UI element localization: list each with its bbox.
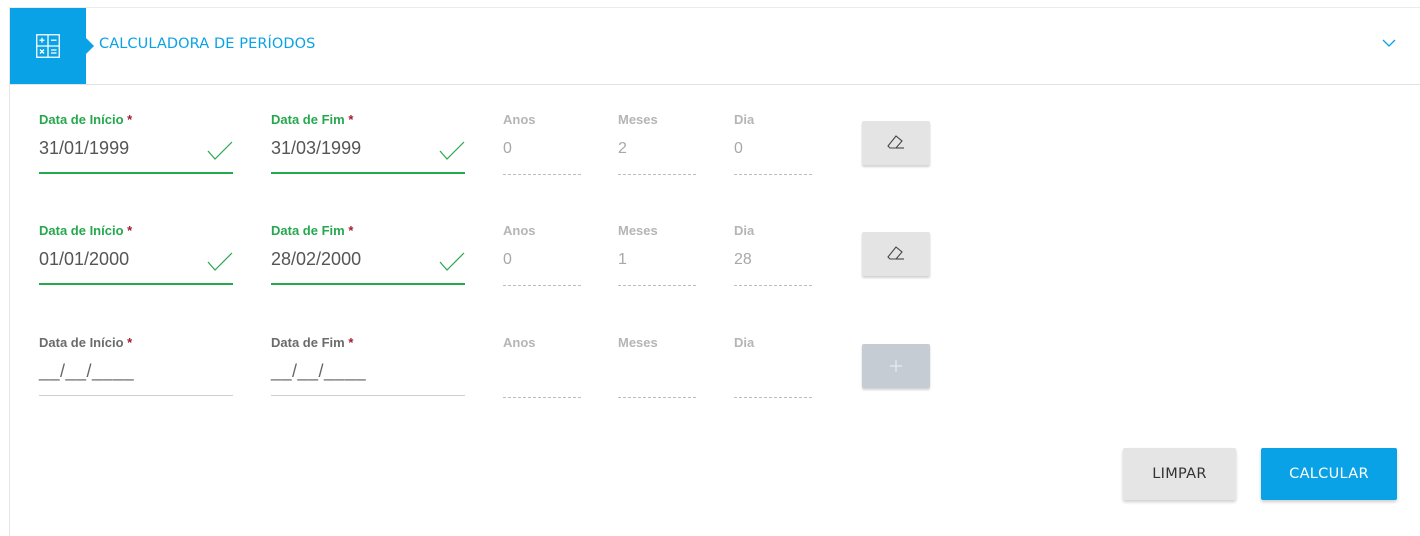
check-icon <box>207 252 233 271</box>
months-label: Meses <box>618 223 658 238</box>
start-date-input[interactable]: __/__/____ <box>39 361 134 382</box>
eraser-icon <box>887 135 904 149</box>
start-date-input[interactable]: 31/01/1999 <box>39 138 129 159</box>
days-value: 0 <box>734 140 743 157</box>
start-date-input[interactable]: 01/01/2000 <box>39 249 129 270</box>
months-value: 1 <box>618 251 627 268</box>
plus-icon <box>890 360 902 372</box>
clear-row-button[interactable] <box>862 232 930 276</box>
calculator-icon <box>36 34 60 58</box>
add-row-button[interactable] <box>862 344 930 388</box>
end-date-label: Data de Fim * <box>271 112 354 127</box>
period-row: Data de Início * __/__/____ Data de Fim … <box>0 335 1100 425</box>
check-icon <box>207 141 233 160</box>
end-date-underline <box>271 172 465 174</box>
end-date-input[interactable]: 31/03/1999 <box>271 138 361 159</box>
panel-header[interactable]: CALCULADORA DE PERÍODOS <box>10 8 1420 85</box>
end-date-underline <box>271 395 465 396</box>
end-date-label: Data de Fim * <box>271 223 354 238</box>
days-value: 28 <box>734 251 752 268</box>
calculate-button[interactable]: CALCULAR <box>1261 448 1397 500</box>
calculator-icon-box <box>10 8 94 84</box>
days-label: Dia <box>734 335 755 350</box>
start-date-label: Data de Início * <box>39 112 133 127</box>
start-date-underline <box>39 395 233 396</box>
check-icon <box>439 141 465 160</box>
clear-row-button[interactable] <box>862 121 930 165</box>
start-date-label: Data de Início * <box>39 223 133 238</box>
years-label: Anos <box>503 223 536 238</box>
days-label: Dia <box>734 112 755 127</box>
end-date-input[interactable]: __/__/____ <box>271 361 366 382</box>
years-label: Anos <box>503 335 536 350</box>
years-value: 0 <box>503 251 512 268</box>
months-label: Meses <box>618 335 658 350</box>
end-date-underline <box>271 283 465 285</box>
check-icon <box>439 252 465 271</box>
clear-button[interactable]: LIMPAR <box>1123 448 1236 500</box>
years-value: 0 <box>503 140 512 157</box>
months-value: 2 <box>618 140 627 157</box>
months-label: Meses <box>618 112 658 127</box>
start-date-underline <box>39 172 233 174</box>
chevron-down-icon[interactable] <box>1382 39 1396 48</box>
panel-title: CALCULADORA DE PERÍODOS <box>99 36 316 52</box>
days-label: Dia <box>734 223 755 238</box>
end-date-input[interactable]: 28/02/2000 <box>271 249 361 270</box>
start-date-underline <box>39 283 233 285</box>
eraser-icon <box>887 246 904 260</box>
end-date-label: Data de Fim * <box>271 335 354 350</box>
start-date-label: Data de Início * <box>39 335 133 350</box>
period-row: Data de Início * 01/01/2000 Data de Fim … <box>0 223 1100 313</box>
period-row: Data de Início * 31/01/1999 Data de Fim … <box>0 112 1100 202</box>
years-label: Anos <box>503 112 536 127</box>
